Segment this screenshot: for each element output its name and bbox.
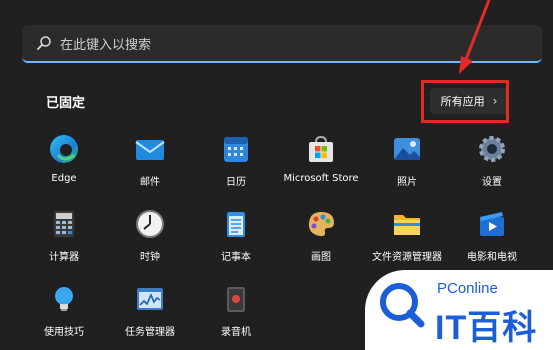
app-label: 电影和电视 — [467, 252, 517, 263]
app-label: Microsoft Store — [283, 173, 359, 184]
app-movies-tv[interactable]: 电影和电视 — [446, 208, 538, 263]
paint-icon — [305, 208, 337, 240]
mail-icon — [134, 133, 166, 165]
app-label: 文件资源管理器 — [372, 252, 442, 263]
annotation-arrow — [459, 0, 491, 74]
app-mail[interactable]: 邮件 — [104, 133, 196, 188]
app-label: 使用技巧 — [44, 327, 84, 338]
watermark: PConline IT百科 — [365, 270, 553, 350]
app-tips[interactable]: 使用技巧 — [18, 283, 110, 338]
edge-icon — [48, 133, 80, 165]
recorder-icon — [220, 283, 252, 315]
notepad-icon — [220, 208, 252, 240]
app-photos[interactable]: 照片 — [361, 133, 453, 188]
app-notepad[interactable]: 记事本 — [190, 208, 282, 263]
app-clock[interactable]: 时钟 — [104, 208, 196, 263]
app-label: 录音机 — [221, 327, 251, 338]
app-label: 邮件 — [140, 177, 160, 188]
app-task-manager[interactable]: 任务管理器 — [104, 283, 196, 338]
app-label: 任务管理器 — [125, 327, 175, 338]
app-label: 日历 — [226, 177, 246, 188]
app-calendar[interactable]: 日历 — [190, 133, 282, 188]
calculator-icon — [48, 208, 80, 240]
search-placeholder: 在此键入以搜索 — [60, 37, 152, 53]
search-icon — [34, 33, 54, 53]
app-edge[interactable]: Edge — [18, 133, 110, 184]
app-label: 时钟 — [140, 252, 160, 263]
task-manager-icon — [134, 283, 166, 315]
tips-icon — [48, 283, 80, 315]
calendar-icon — [220, 133, 252, 165]
app-label: 计算器 — [49, 252, 79, 263]
watermark-brand: PConline — [437, 280, 498, 297]
app-settings[interactable]: 设置 — [446, 133, 538, 188]
app-label: 照片 — [397, 177, 417, 188]
movies-icon — [476, 208, 508, 240]
app-label: 设置 — [482, 177, 502, 188]
app-file-explorer[interactable]: 文件资源管理器 — [361, 208, 453, 263]
app-label: 记事本 — [221, 252, 251, 263]
app-recorder[interactable]: 录音机 — [190, 283, 282, 338]
folder-icon — [391, 208, 423, 240]
watermark-text: IT百科 — [435, 309, 538, 347]
app-label: Edge — [51, 173, 77, 184]
app-calculator[interactable]: 计算器 — [18, 208, 110, 263]
highlight-box — [421, 80, 509, 123]
store-icon — [305, 133, 337, 165]
pconline-logo-icon — [380, 283, 425, 328]
app-paint[interactable]: 画图 — [275, 208, 367, 263]
app-label: 画图 — [311, 252, 331, 263]
pinned-title: 已固定 — [46, 96, 86, 111]
settings-icon — [476, 133, 508, 165]
clock-icon — [134, 208, 166, 240]
photos-icon — [391, 133, 423, 165]
app-microsoft-store[interactable]: Microsoft Store — [275, 133, 367, 184]
